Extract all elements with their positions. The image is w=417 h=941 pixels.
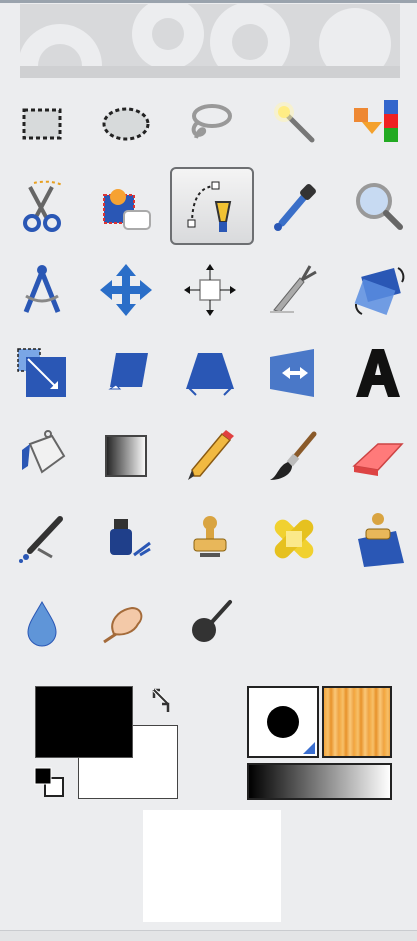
clone-tool[interactable] (168, 499, 252, 579)
eyedropper-icon (274, 184, 316, 231)
paths-tool[interactable] (170, 167, 254, 245)
paths-pen-icon (187, 181, 232, 232)
scale-tool[interactable] (0, 333, 84, 413)
magic-wand-icon (274, 102, 315, 143)
eraser-icon (352, 443, 404, 476)
stamp-icon (193, 516, 227, 557)
compass-icon (23, 265, 61, 313)
text-tool[interactable] (336, 333, 417, 413)
align-icon (184, 264, 236, 316)
bandage-icon (274, 519, 314, 559)
scissors-icon (23, 180, 63, 232)
gradient-preview[interactable] (247, 763, 392, 800)
eraser-tool[interactable] (336, 416, 417, 496)
heal-tool[interactable] (252, 499, 336, 579)
scale-icon (17, 348, 66, 397)
brush-preview[interactable] (247, 686, 319, 758)
color-area (0, 680, 417, 810)
measure-tool[interactable] (0, 250, 84, 330)
gradient-icon (105, 435, 147, 477)
blend-tool[interactable] (84, 416, 168, 496)
rotate-tool[interactable] (336, 250, 417, 330)
perspective-clone-tool[interactable] (336, 499, 417, 579)
flip-icon (270, 349, 314, 397)
wood-pattern-icon[interactable] (322, 686, 392, 758)
default-colors-icon[interactable] (33, 766, 67, 800)
smudge-tool[interactable] (84, 582, 168, 662)
dodge-burn-tool[interactable] (168, 582, 252, 662)
ellipse-select-tool[interactable] (84, 84, 168, 164)
bucket-icon (22, 430, 66, 474)
perspective-icon (186, 353, 234, 396)
align-tool[interactable] (168, 250, 252, 330)
toolbox-bottom-edge (0, 930, 417, 941)
rotate-icon (354, 267, 405, 316)
window-top-border (0, 0, 417, 3)
flip-tool[interactable] (252, 333, 336, 413)
smudge-finger-icon (103, 606, 143, 644)
wilber-banner-logo (20, 4, 400, 78)
zoom-tool[interactable] (336, 167, 417, 247)
foreground-select-tool[interactable] (84, 167, 168, 247)
round-brush-icon (267, 706, 315, 754)
pencil-tool[interactable] (168, 416, 252, 496)
paintbrush-tool[interactable] (252, 416, 336, 496)
perspective-stamp-icon (358, 513, 404, 567)
crop-tool[interactable] (252, 250, 336, 330)
blur-sharpen-tool[interactable] (0, 582, 84, 662)
free-select-tool[interactable] (168, 84, 252, 164)
color-picker-tool[interactable] (252, 167, 336, 247)
scissors-select-tool[interactable] (0, 167, 84, 247)
pencil-icon (188, 430, 234, 480)
swap-arrows-icon[interactable] (146, 684, 178, 716)
move-arrows-icon (100, 264, 152, 316)
paintbrush-icon (270, 431, 317, 480)
magnifier-icon (356, 183, 403, 230)
text-a-icon (356, 349, 400, 397)
foreground-color-swatch[interactable] (35, 686, 133, 758)
dodge-burn-icon (192, 600, 232, 642)
shear-icon (108, 353, 148, 390)
rect-select-tool[interactable] (0, 84, 84, 164)
fuzzy-select-tool[interactable] (252, 84, 336, 164)
active-image-preview[interactable] (143, 810, 281, 922)
airbrush-tool[interactable] (0, 499, 84, 579)
shear-tool[interactable] (84, 333, 168, 413)
ink-icon (110, 519, 151, 557)
rect-select-icon (22, 108, 62, 140)
crop-knife-icon (270, 265, 317, 313)
ink-tool[interactable] (84, 499, 168, 579)
perspective-tool[interactable] (168, 333, 252, 413)
move-tool[interactable] (84, 250, 168, 330)
ellipse-select-icon (102, 107, 150, 141)
select-by-color-tool[interactable] (336, 84, 417, 164)
bucket-fill-tool[interactable] (0, 416, 84, 496)
foreground-select-icon (103, 189, 151, 230)
water-drop-icon (27, 600, 57, 647)
color-select-icon (354, 100, 398, 142)
lasso-icon (191, 104, 232, 139)
airbrush-icon (19, 516, 63, 563)
